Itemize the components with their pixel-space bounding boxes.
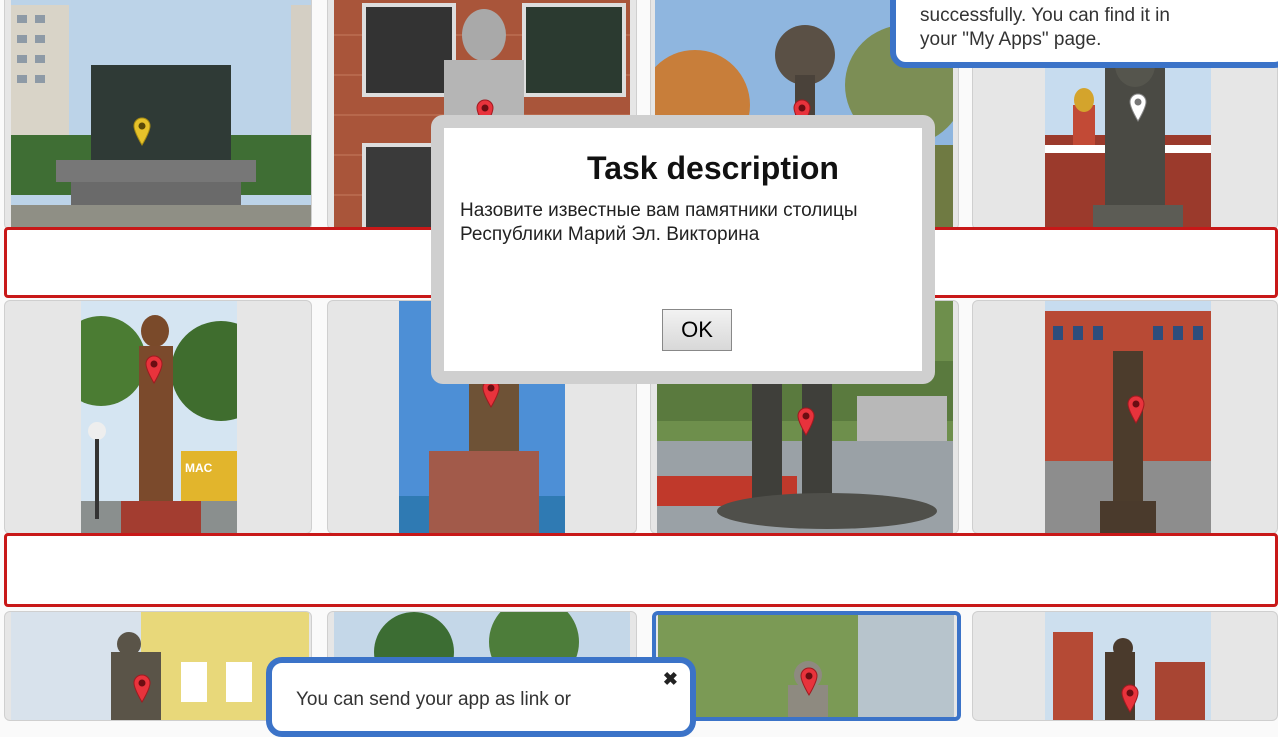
photo-tile-12[interactable]: [972, 611, 1278, 721]
tooltip-line-1: successfully. You can find it in: [920, 5, 1170, 26]
caption-bar-2[interactable]: [4, 533, 1278, 607]
photo-tile-11[interactable]: [652, 611, 961, 721]
monument-photo: [11, 0, 311, 229]
share-tooltip: You can send your app as link or ✖: [266, 657, 696, 737]
map-pin-icon[interactable]: [133, 117, 151, 147]
map-pin-icon[interactable]: [1129, 93, 1147, 123]
close-icon[interactable]: ✖: [663, 669, 678, 690]
share-tooltip-text: You can send your app as link or: [296, 689, 571, 710]
dialog-body: Task description Назовите известные вам …: [444, 128, 922, 371]
map-pin-icon[interactable]: [1127, 395, 1145, 425]
map-pin-icon[interactable]: [800, 667, 818, 697]
bus-sign: MAC: [185, 461, 213, 475]
task-description-dialog: Task description Назовите известные вам …: [431, 115, 935, 384]
photo-tile-8[interactable]: [972, 300, 1278, 534]
photo-tile-1[interactable]: [4, 0, 312, 230]
monument-photo: [81, 301, 237, 533]
map-pin-icon[interactable]: [1121, 684, 1139, 714]
dialog-text: Назовите известные вам памятники столицы…: [460, 200, 858, 245]
map-pin-icon[interactable]: [133, 674, 151, 704]
monument-photo: [11, 612, 309, 720]
photo-tile-5[interactable]: MAC: [4, 300, 312, 534]
ok-button[interactable]: OK: [662, 309, 732, 351]
tooltip-line-2: your "My Apps" page.: [920, 29, 1102, 50]
map-pin-icon[interactable]: [145, 355, 163, 385]
map-pin-icon[interactable]: [797, 407, 815, 437]
success-tooltip: successfully. You can find it in your "M…: [890, 0, 1278, 68]
dialog-title: Task description: [587, 150, 839, 186]
